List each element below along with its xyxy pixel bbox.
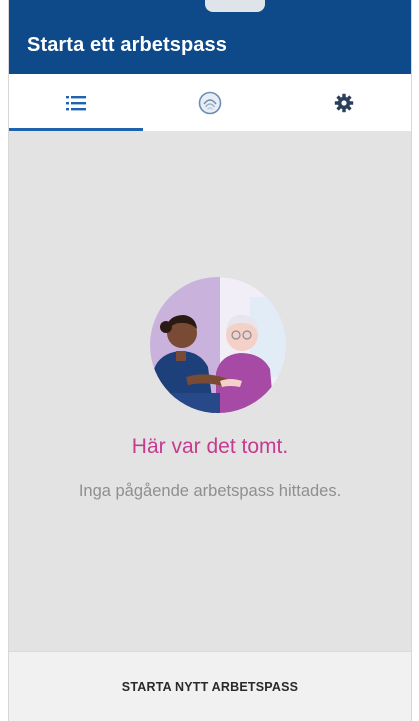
caregiver-illustration [150, 277, 286, 413]
start-new-shift-button[interactable]: STARTA NYTT ARBETSPASS [106, 670, 314, 704]
tab-settings[interactable] [277, 74, 411, 131]
app-screen: Starta ett arbetspass Här var det tomt. … [8, 0, 412, 721]
bottom-action-bar: STARTA NYTT ARBETSPASS [9, 651, 411, 721]
empty-state-subtitle: Inga pågående arbetspass hittades. [78, 482, 342, 500]
tab-list[interactable] [9, 74, 143, 131]
list-icon [66, 95, 86, 110]
gear-icon [334, 93, 354, 112]
status-bar-notch [205, 0, 265, 12]
empty-state: Här var det tomt. Inga pågående arbetspa… [9, 131, 411, 651]
tab-face-recognition[interactable] [143, 74, 277, 131]
empty-state-title: Här var det tomt. [131, 435, 289, 458]
page-title: Starta ett arbetspass [27, 34, 227, 56]
app-bar: Starta ett arbetspass [9, 0, 411, 74]
tab-bar [9, 74, 411, 131]
face-recognition-icon [198, 91, 222, 114]
